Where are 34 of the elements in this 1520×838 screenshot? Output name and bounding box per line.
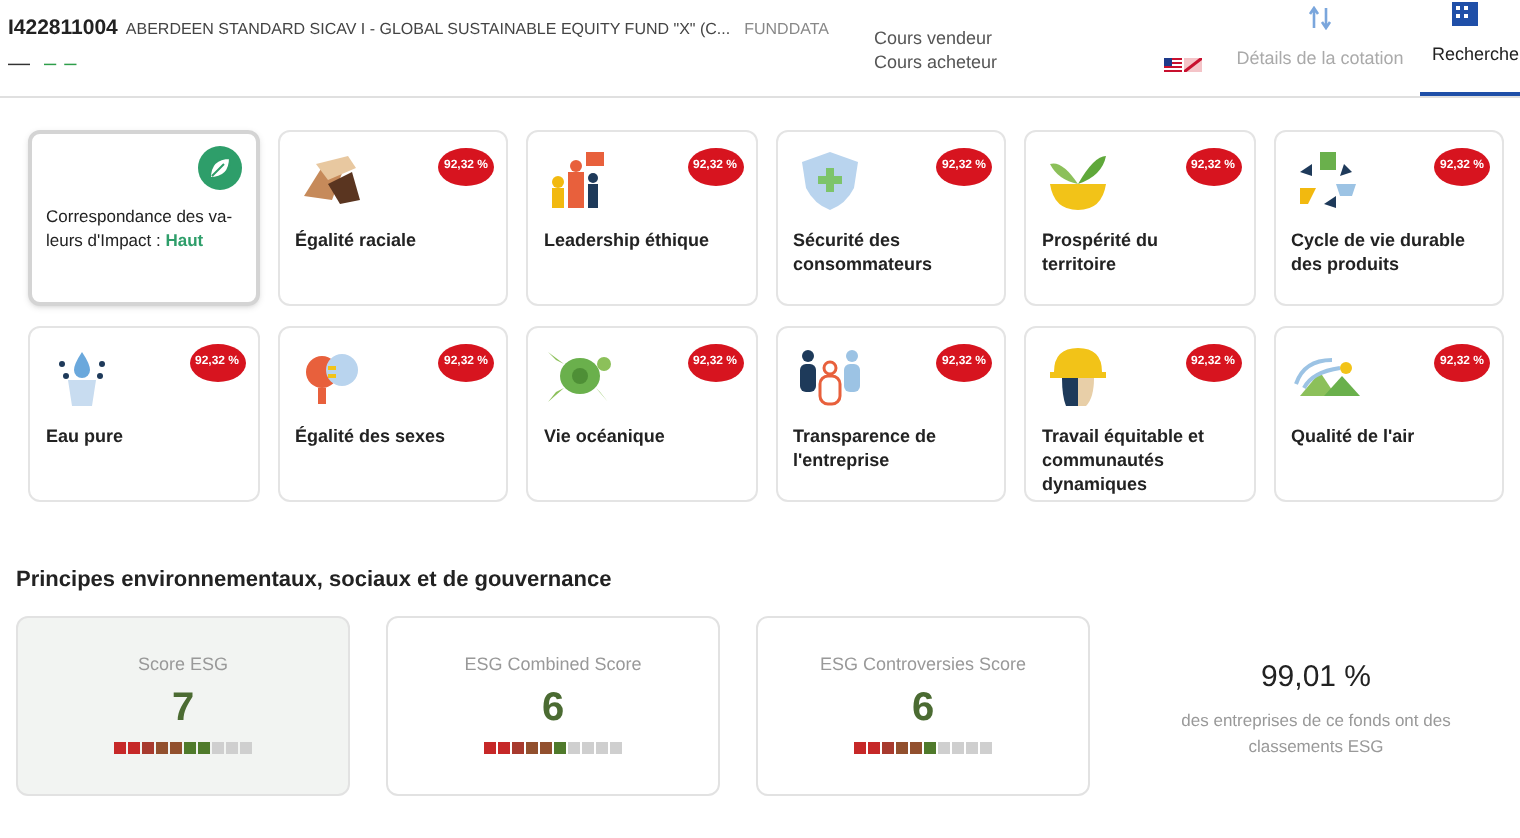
score-label: ESG Combined Score — [464, 651, 642, 677]
impact-summary-card[interactable]: Correspondance des va-leurs d'Impact : Haut — [28, 130, 259, 306]
impact-theme-label: Cycle de vie durable des produits — [1291, 228, 1468, 276]
impact-theme-label: Travail équitable et communautés dynamiques — [1042, 424, 1207, 496]
coverage-value: 99,01 % — [1260, 657, 1372, 697]
us-flag-icon — [1164, 58, 1182, 72]
score-label: ESG Controversies Score — [819, 651, 1027, 677]
price-value: – — [44, 49, 57, 78]
score-value: 6 — [911, 684, 935, 734]
fund-code: I422811004 — [8, 14, 118, 44]
impact-theme-label: Égalité raciale — [295, 228, 419, 252]
impact-theme-label: Leadership éthique — [544, 228, 712, 252]
impact-theme-label: Transparence de l'entreprise — [793, 424, 939, 472]
score-value: 6 — [541, 684, 565, 734]
score-label: Score ESG — [137, 651, 229, 677]
impact-theme-label: Qualité de l'air — [1291, 424, 1417, 448]
impact-summary-text: Correspondance des va-leurs d'Impact : Haut — [46, 204, 235, 252]
price-label: Cours acheteur — [874, 50, 1000, 74]
impact-theme-label: Prospérité du territoire — [1042, 228, 1161, 276]
impact-theme-label: Vie océanique — [544, 424, 667, 448]
leaf-icon — [197, 146, 241, 190]
tab[interactable]: Recherche — [1420, 0, 1520, 96]
price-value: — — [8, 49, 30, 78]
price-value: – — [64, 49, 77, 78]
impact-theme-label: Égalité des sexes — [295, 424, 448, 448]
coverage-caption: des entreprises de ce fonds ont des classements ESG — [1179, 708, 1453, 760]
section-title: Principes environnementaux, sociaux et de gouvernance — [16, 566, 614, 596]
impact-theme-label: Sécurité des consommateurs — [793, 228, 935, 276]
price-label: Cours vendeur — [874, 26, 995, 50]
sort-arrows-icon — [1308, 5, 1332, 29]
score-value: 7 — [171, 684, 195, 734]
data-source: FUNDDATA — [744, 18, 829, 42]
impact-theme-label: Eau pure — [46, 424, 126, 448]
fund-name: ABERDEEN STANDARD SICAV I - GLOBAL SUSTAINABLE EQUITY FUND "X" (C... — [125, 18, 731, 42]
